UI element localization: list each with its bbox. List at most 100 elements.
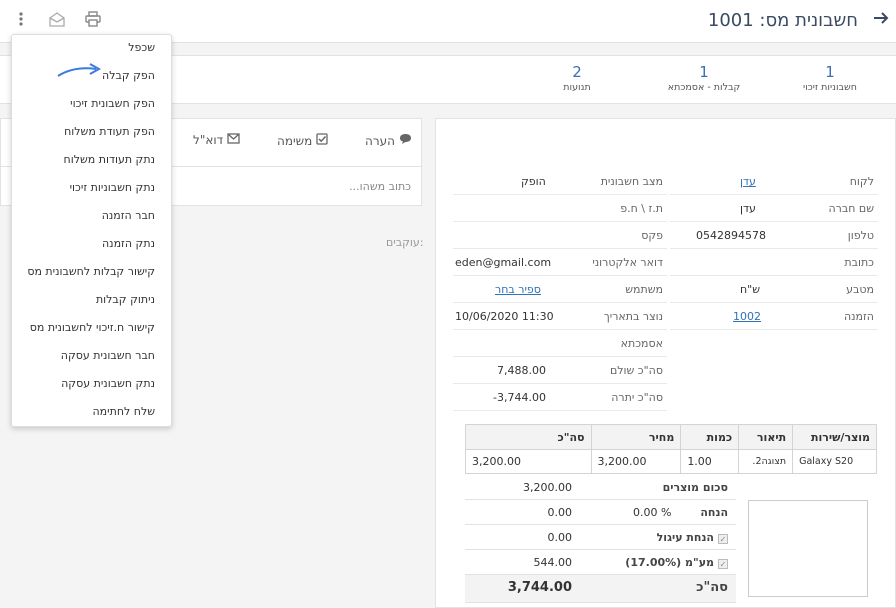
summary-value: 0.00 bbox=[547, 506, 573, 519]
field-label: ת.ז \ ח.פ bbox=[620, 202, 663, 215]
field-value: ש"ח bbox=[740, 283, 761, 296]
summary-value: 544.00 bbox=[533, 556, 573, 569]
rounding-checkbox[interactable]: ✓ bbox=[718, 534, 728, 544]
field-id: ת.ז \ ח.פ bbox=[453, 195, 667, 222]
field-label: סה"כ שולם bbox=[609, 364, 663, 377]
customer-link[interactable]: עדן bbox=[740, 175, 756, 188]
user-link[interactable]: ספיר בחר bbox=[495, 283, 541, 296]
field-currency: מטבע ש"ח bbox=[670, 276, 878, 303]
summary-label: ✓ מע"מ (17.00%) bbox=[625, 556, 728, 569]
pointer-arrow-annotation bbox=[56, 63, 102, 82]
field-label: כתובת bbox=[844, 256, 874, 269]
menu-item-link-credit[interactable]: קישור ח.זיכוי לחשבונית מס bbox=[30, 321, 155, 334]
col-header: מוצר/שירות bbox=[792, 424, 877, 450]
check-square-icon bbox=[316, 133, 328, 148]
vat-checkbox[interactable]: ✓ bbox=[718, 559, 728, 569]
table-row: Galaxy S20 תצוגה2. 1.00 3,200.00 3,200.0… bbox=[465, 449, 877, 474]
field-reference: אסמכתא bbox=[453, 330, 667, 357]
field-created: נוצר בתאריך 10/06/2020 11:30 bbox=[453, 303, 667, 330]
field-address: כתובת bbox=[670, 249, 878, 276]
menu-item-issue-delivery-note[interactable]: הפק תעודת משלוח bbox=[64, 125, 155, 138]
summary-label: סכום מוצרים bbox=[662, 481, 728, 494]
discount-percent-input[interactable]: 0.00 % bbox=[633, 506, 671, 519]
notes-textarea[interactable] bbox=[748, 500, 868, 597]
tab-email[interactable]: דוא"ל bbox=[193, 133, 240, 147]
field-company: שם חברה עדן bbox=[670, 195, 878, 222]
comment-icon bbox=[399, 134, 412, 148]
field-label: טלפון bbox=[847, 229, 874, 242]
stat-transactions[interactable]: 2 תנועות bbox=[547, 63, 607, 93]
cell-product: Galaxy S20 bbox=[792, 449, 877, 474]
menu-item-unlink-deal-invoice[interactable]: נתק חשבונית עסקה bbox=[61, 377, 155, 390]
discount-pct: 0.00 bbox=[633, 506, 658, 519]
menu-item-issue-receipt[interactable]: הפק קבלה bbox=[102, 69, 155, 82]
menu-item-duplicate[interactable]: שכפל bbox=[128, 41, 155, 54]
line-items-table: מוצר/שירות תיאור כמות מחיר סה"כ Galaxy S… bbox=[465, 424, 877, 474]
summary-discount: הנחה 0.00 % 0.00 bbox=[465, 500, 736, 525]
menu-item-issue-credit-invoice[interactable]: הפק חשבונית זיכוי bbox=[70, 97, 155, 110]
menu-item-link-receipts[interactable]: קישור קבלות לחשבונית מס bbox=[27, 265, 155, 278]
followers-label: עוקבים: bbox=[386, 236, 424, 249]
tab-task[interactable]: משימה bbox=[277, 133, 328, 148]
tab-note-label: הערה bbox=[365, 134, 395, 148]
summary-total: סה"כ 3,744.00 bbox=[465, 575, 736, 603]
field-invoice-status: מצב חשבונית הופק bbox=[453, 168, 667, 195]
arrow-right-icon[interactable] bbox=[872, 9, 890, 32]
summary-label-text: מע"מ (17.00%) bbox=[625, 556, 714, 569]
field-label: לקוח bbox=[849, 175, 874, 188]
actions-menu: שכפל הפק קבלה הפק חשבונית זיכוי הפק תעוד… bbox=[11, 34, 172, 427]
invoice-fields: מצב חשבונית הופק ת.ז \ ח.פ פקס דואר אלקט… bbox=[453, 168, 667, 411]
tab-task-label: משימה bbox=[277, 134, 313, 148]
field-value: -3,744.00 bbox=[493, 391, 546, 404]
stat-count: 1 bbox=[825, 63, 835, 81]
tab-note[interactable]: הערה bbox=[365, 133, 412, 148]
menu-item-send-signature[interactable]: שלח לחתימה bbox=[92, 405, 155, 418]
field-user: משתמש ספיר בחר bbox=[453, 276, 667, 303]
tab-email-label: דוא"ל bbox=[193, 133, 224, 147]
field-value: הופק bbox=[521, 175, 546, 188]
menu-item-unlink-receipts[interactable]: ניתוק קבלות bbox=[96, 293, 155, 306]
menu-item-unlink-delivery-notes[interactable]: נתק תעודות משלוח bbox=[64, 153, 155, 166]
field-label: הזמנה bbox=[843, 310, 874, 323]
envelope-icon bbox=[227, 133, 240, 147]
field-value: 10/06/2020 11:30 bbox=[455, 310, 554, 323]
stat-credit-invoices[interactable]: 1 חשבוניות זיכוי bbox=[790, 63, 870, 93]
summary-label-text: הנחת עיגול bbox=[656, 531, 714, 544]
field-label: סה"כ יתרה bbox=[611, 391, 663, 404]
field-fax: פקס bbox=[453, 222, 667, 249]
field-value: 0542894578 bbox=[696, 229, 766, 242]
table-header-row: מוצר/שירות תיאור כמות מחיר סה"כ bbox=[465, 424, 877, 450]
summary-label: סה"כ bbox=[696, 580, 728, 595]
field-value: עדן bbox=[740, 202, 756, 215]
field-phone: טלפון 0542894578 bbox=[670, 222, 878, 249]
menu-item-link-deal-invoice[interactable]: חבר חשבונית עסקה bbox=[61, 349, 155, 362]
email-open-icon[interactable] bbox=[46, 11, 68, 33]
field-label: שם חברה bbox=[828, 202, 874, 215]
summary-value: 3,200.00 bbox=[523, 481, 572, 494]
menu-item-unlink-credit-invoices[interactable]: נתק חשבוניות זיכוי bbox=[70, 181, 155, 194]
stat-label: תנועות bbox=[563, 82, 591, 93]
activity-input[interactable]: כתוב משהו... bbox=[349, 180, 411, 193]
field-label: פקס bbox=[641, 229, 663, 242]
col-header: תיאור bbox=[738, 424, 794, 450]
stat-receipts[interactable]: 1 קבלות - אסמכתא bbox=[660, 63, 748, 93]
col-header: סה"כ bbox=[465, 424, 592, 450]
page-title-text: חשבונית מס: bbox=[759, 10, 858, 31]
more-vertical-icon[interactable] bbox=[10, 11, 32, 33]
summary-value: 0.00 bbox=[547, 531, 573, 544]
menu-item-link-order[interactable]: חבר הזמנה bbox=[102, 209, 155, 222]
invoice-number: 1001 bbox=[707, 10, 754, 31]
field-order: הזמנה 1002 bbox=[670, 303, 878, 330]
field-label: משתמש bbox=[625, 283, 663, 296]
stat-count: 1 bbox=[699, 63, 709, 81]
summary-vat: ✓ מע"מ (17.00%) 544.00 bbox=[465, 550, 736, 575]
field-balance: סה"כ יתרה -3,744.00 bbox=[453, 384, 667, 411]
print-icon[interactable] bbox=[82, 11, 104, 33]
stat-label: חשבוניות זיכוי bbox=[803, 82, 857, 93]
summary-rounding: ✓ הנחת עיגול 0.00 bbox=[465, 525, 736, 550]
menu-item-unlink-order[interactable]: נתק הזמנה bbox=[102, 237, 155, 250]
summary-label: ✓ הנחת עיגול bbox=[657, 531, 728, 544]
order-link[interactable]: 1002 bbox=[733, 310, 761, 323]
cell-price: 3,200.00 bbox=[590, 449, 682, 474]
cell-quantity: 1.00 bbox=[680, 449, 740, 474]
